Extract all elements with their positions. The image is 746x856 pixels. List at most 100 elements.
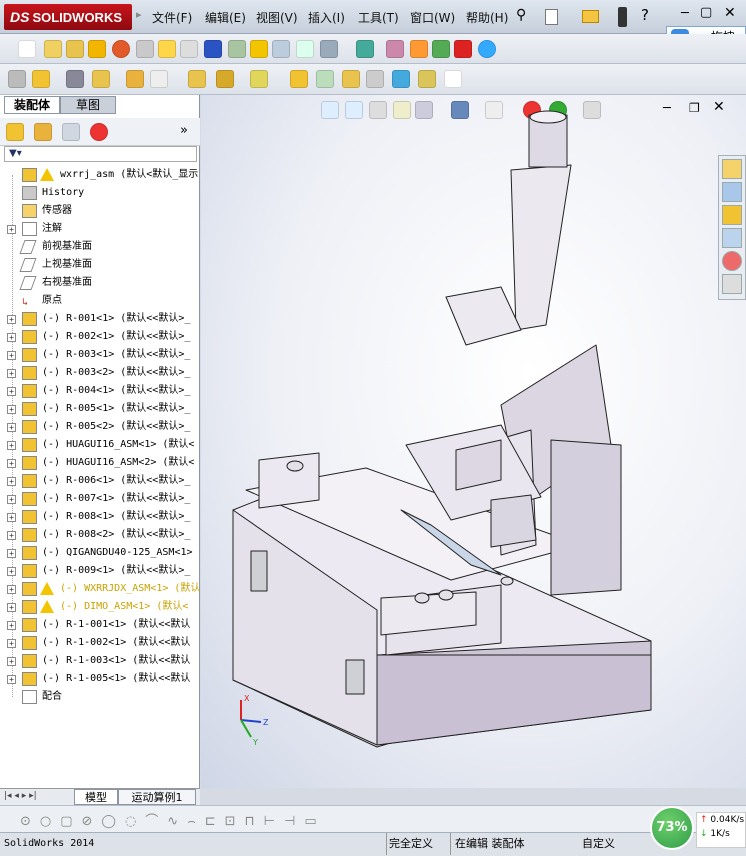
tree-row[interactable]: + (-) R-003<1> (默认<<默认>_ (0, 346, 200, 364)
view-palette-icon[interactable] (722, 228, 742, 248)
hand-icon[interactable] (136, 40, 154, 58)
tree-row[interactable]: 上视基准面 (0, 256, 200, 274)
custom-properties-icon[interactable] (722, 274, 742, 294)
tree-row[interactable]: + (-) R-001<1> (默认<<默认>_ (0, 310, 200, 328)
pin-icon[interactable]: ⚲ (516, 7, 526, 23)
tree-row[interactable]: + (-) R-005<2> (默认<<默认>_ (0, 418, 200, 436)
tree-row[interactable]: + (-) DIMO_ASM<1> (默认< (0, 598, 200, 616)
filter-box[interactable]: ▼▾ (4, 146, 197, 162)
tab-model[interactable]: 模型 (74, 789, 118, 805)
sigma-icon[interactable] (204, 40, 222, 58)
expand-toggle-icon[interactable]: + (7, 585, 16, 594)
expand-toggle-icon[interactable]: + (7, 387, 16, 396)
expand-toggle-icon[interactable]: + (7, 549, 16, 558)
tree-row[interactable]: + (-) R-1-002<1> (默认<<默认 (0, 634, 200, 652)
menu-edit[interactable]: 编辑(E) (205, 9, 246, 26)
tab-nav-arrows[interactable]: |◂ ◂ ▸ ▸| (4, 791, 37, 801)
expand-toggle-icon[interactable]: + (7, 603, 16, 612)
expand-toggle-icon[interactable]: + (7, 459, 16, 468)
expand-toggle-icon[interactable]: + (7, 675, 16, 684)
tab-sketch[interactable]: 草图 (60, 96, 116, 114)
instant3d-icon[interactable] (444, 70, 462, 88)
hide-show-icon[interactable] (188, 70, 206, 88)
toolbox-icon[interactable] (432, 40, 450, 58)
expand-toggle-icon[interactable]: + (7, 405, 16, 414)
expand-toggle-icon[interactable]: + (7, 441, 16, 450)
equation-icon[interactable] (296, 40, 314, 58)
home-icon[interactable] (722, 159, 742, 179)
assembly-model[interactable]: X Z Y (201, 95, 746, 788)
grid-icon[interactable] (356, 40, 374, 58)
tree-row[interactable]: + (-) R-1-005<1> (默认<<默认 (0, 670, 200, 688)
smart-fasteners-icon[interactable] (126, 70, 144, 88)
render-icon[interactable] (410, 40, 428, 58)
tree-row[interactable]: 传感器 (0, 202, 200, 220)
gauge-icon[interactable] (112, 40, 130, 58)
spell-check-icon[interactable] (18, 40, 36, 58)
expand-panel-icon[interactable]: » (180, 123, 188, 138)
tree-row[interactable]: + (-) R-006<1> (默认<<默认>_ (0, 472, 200, 490)
tree-row[interactable]: + (-) HUAGUI16_ASM<1> (默认< (0, 436, 200, 454)
clearance-icon[interactable] (418, 70, 436, 88)
expand-toggle-icon[interactable]: + (7, 333, 16, 342)
tree-row[interactable]: + (-) R-008<1> (默认<<默认>_ (0, 508, 200, 526)
sketch-tools-icons[interactable]: ⊙○▢⊘◯◌⌒∿⌢⊏⊡⊓⊢⊣▭ (20, 810, 326, 829)
expand-toggle-icon[interactable]: + (7, 423, 16, 432)
menu-window[interactable]: 窗口(W) (410, 9, 455, 26)
insert-component-icon[interactable] (32, 70, 50, 88)
tree-row[interactable]: + (-) QIGANGDU40-125_ASM<1> (0, 544, 200, 562)
property-manager-icon[interactable] (34, 123, 52, 141)
warning-tool-icon[interactable] (250, 40, 268, 58)
format-icon[interactable] (44, 40, 62, 58)
explode-line-icon[interactable] (366, 70, 384, 88)
display-manager-icon[interactable] (90, 123, 108, 141)
traffic-light-icon[interactable] (618, 7, 627, 27)
color-icon[interactable] (454, 40, 472, 58)
assembly-gray-icon[interactable] (8, 70, 26, 88)
tree-row[interactable]: wxrrj_asm (默认<默认_显示 (0, 166, 200, 184)
close-icon[interactable]: ✕ (724, 5, 736, 21)
minimize-icon[interactable]: ─ (681, 6, 689, 21)
balance-icon[interactable] (66, 40, 84, 58)
tree-row[interactable]: + (-) R-004<1> (默认<<默认>_ (0, 382, 200, 400)
addin-icon[interactable] (386, 40, 404, 58)
checkbox-icon[interactable] (158, 40, 176, 58)
expand-toggle-icon[interactable]: + (7, 567, 16, 576)
tree-row[interactable]: History (0, 184, 200, 202)
expand-toggle-icon[interactable]: + (7, 639, 16, 648)
tree-row[interactable]: 右视基准面 (0, 274, 200, 292)
expand-toggle-icon[interactable]: + (7, 657, 16, 666)
menu-view[interactable]: 视图(V) (256, 9, 298, 26)
design-library-icon[interactable] (722, 182, 742, 202)
interference-detection-icon[interactable] (392, 70, 410, 88)
expand-toggle-icon[interactable]: + (7, 531, 16, 540)
tree-row[interactable]: + (-) R-009<1> (默认<<默认>_ (0, 562, 200, 580)
mate-icon[interactable] (66, 70, 84, 88)
tree-row[interactable]: + (-) R-003<2> (默认<<默认>_ (0, 364, 200, 382)
expand-toggle-icon[interactable]: + (7, 513, 16, 522)
split-icon[interactable] (272, 40, 290, 58)
menu-insert[interactable]: 插入(I) (308, 9, 345, 26)
expand-toggle-icon[interactable]: + (7, 621, 16, 630)
tree-row[interactable]: + (-) R-007<1> (默认<<默认>_ (0, 490, 200, 508)
expand-toggle-icon[interactable]: + (7, 477, 16, 486)
tree-row[interactable]: + (-) R-1-001<1> (默认<<默认 (0, 616, 200, 634)
menu-help[interactable]: 帮助(H) (466, 9, 508, 26)
menu-tools[interactable]: 工具(T) (358, 9, 399, 26)
tree-row[interactable]: + (-) R-005<1> (默认<<默认>_ (0, 400, 200, 418)
solidworks-logo[interactable]: DS SOLIDWORKS (4, 4, 132, 30)
tab-assembly[interactable]: 装配体 (4, 96, 60, 114)
menu-file[interactable]: 文件(F) (152, 9, 192, 26)
tree-row[interactable]: + (-) HUAGUI16_ASM<2> (默认< (0, 454, 200, 472)
open-folder-icon[interactable] (582, 10, 599, 23)
new-document-icon[interactable] (545, 9, 558, 25)
exploded-view-icon[interactable] (342, 70, 360, 88)
file-explorer-icon[interactable] (722, 205, 742, 225)
interference-icon[interactable] (228, 40, 246, 58)
reference-geometry-icon[interactable] (250, 70, 268, 88)
tree-row[interactable]: ↳ 原点 (0, 292, 200, 310)
feature-tree-icon[interactable] (6, 123, 24, 141)
custom-label[interactable]: 自定义 (582, 833, 615, 855)
expand-toggle-icon[interactable]: + (7, 225, 16, 234)
graphics-viewport[interactable]: ─ ❐ ✕ X Z Y (201, 95, 746, 788)
